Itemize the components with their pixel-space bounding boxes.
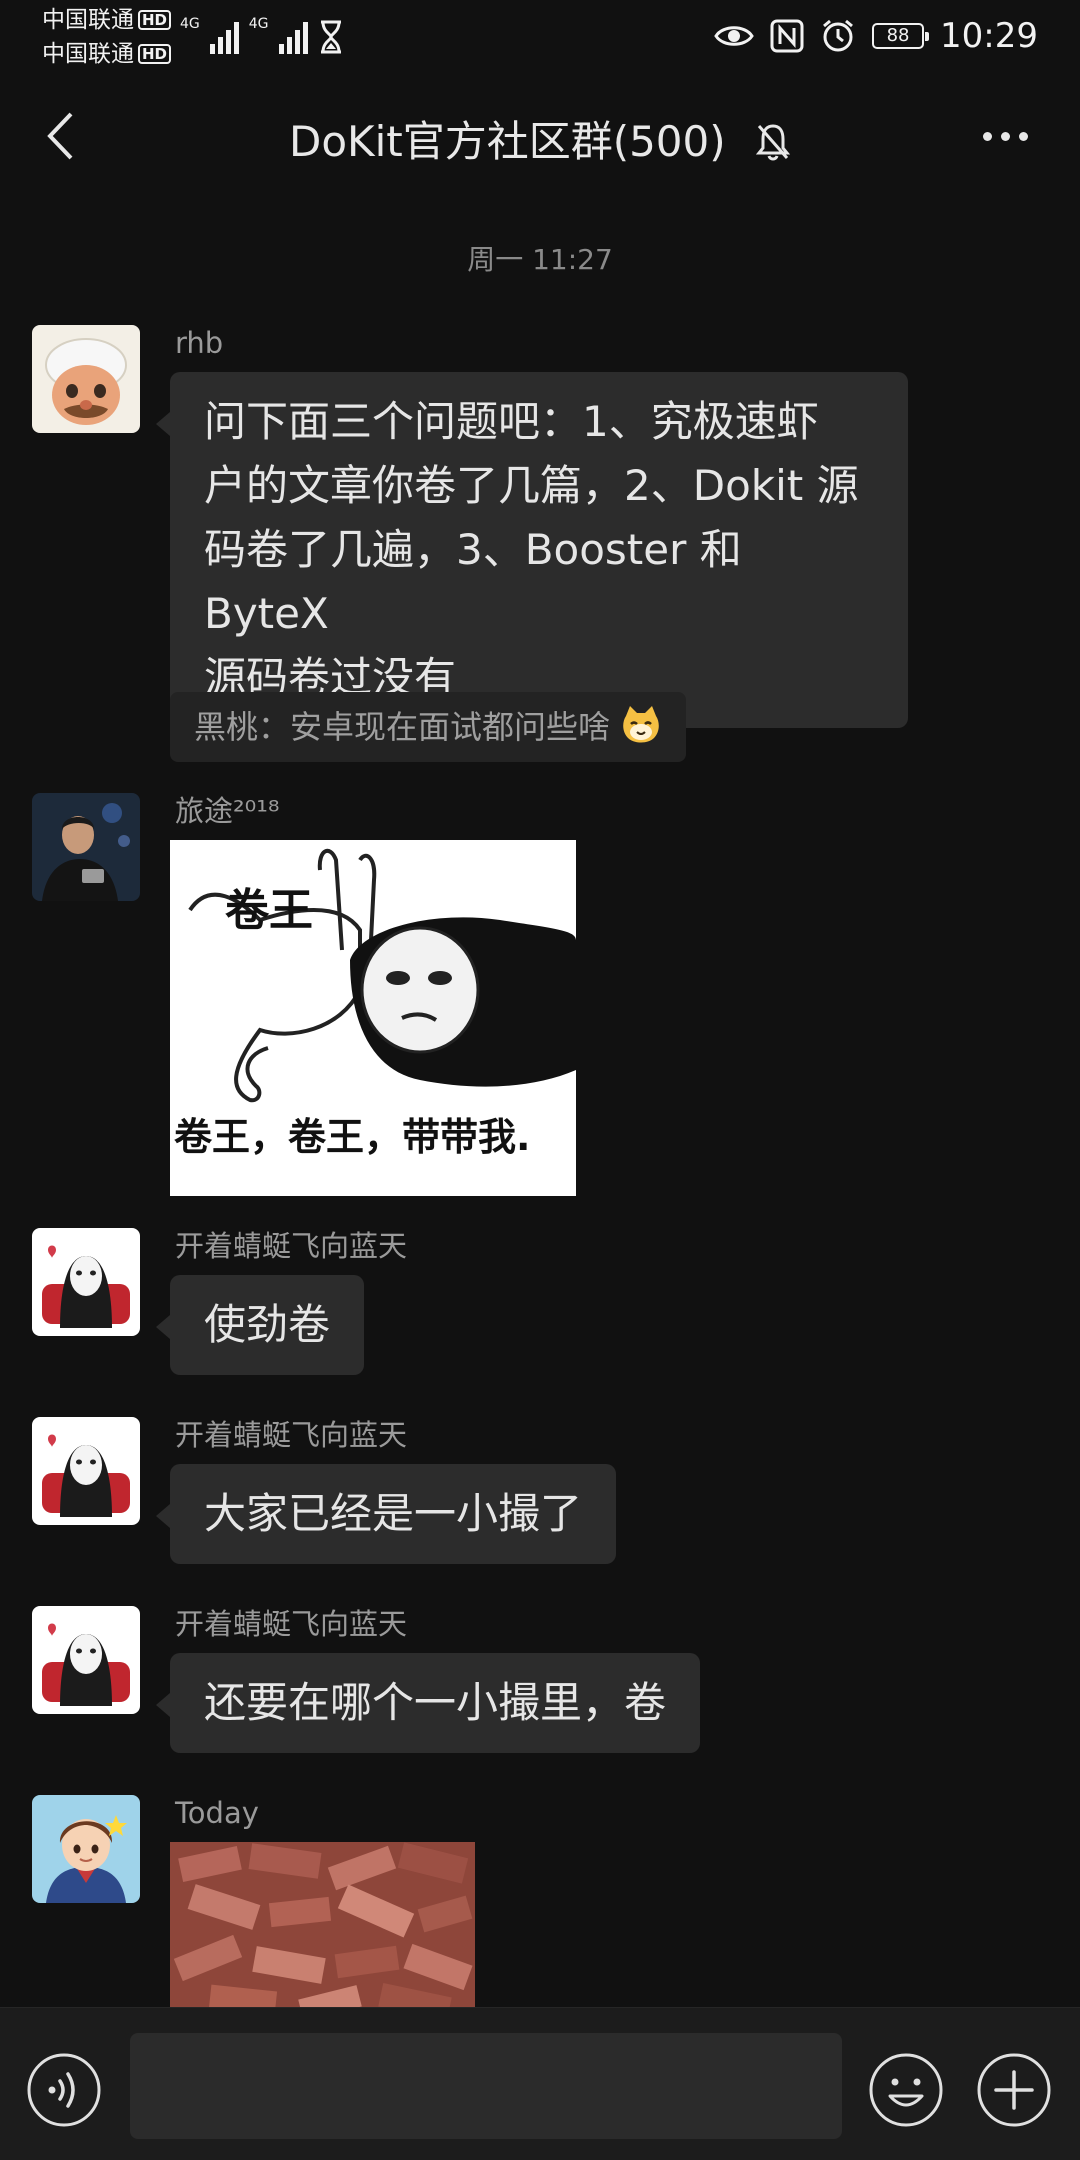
panda-meme-icon: 卷王 卷王，卷王，带带我. (170, 840, 576, 1196)
network-type-2: 4G (248, 16, 269, 32)
chat-title: DoKit官方社区群(500) (288, 117, 726, 166)
more-dot-icon (1018, 131, 1028, 141)
quote-text: 黑桃：安卓现在面试都问些啥 (194, 708, 611, 746)
message-bubble[interactable]: 还要在哪个一小撮里，卷 (155, 1653, 701, 1753)
bricks-photo-icon (170, 1842, 475, 2007)
eye-icon (714, 26, 754, 46)
avatar-cartoon-icon (32, 325, 140, 433)
avatar[interactable] (32, 1795, 140, 1903)
message-item: 开着蜻蜓飞向蓝天 使劲卷 (32, 1228, 1032, 1388)
avatar-boy-icon (32, 1795, 140, 1903)
sender-name: rhb (175, 326, 224, 360)
hd-badge: HD (138, 10, 172, 30)
more-actions-button[interactable] (976, 2052, 1052, 2128)
carrier-2-label: 中国联通 (42, 41, 134, 67)
signal-bars-icon (209, 20, 239, 54)
message-item: rhb 问下面三个问题吧：1、究极速虾 户的文章你卷了几篇，2、Dokit 源 … (32, 325, 1032, 765)
avatar-noface-icon (32, 1606, 140, 1714)
network-type-1: 4G (180, 16, 200, 32)
avatar-noface-icon (32, 1417, 140, 1525)
sender-name: 开着蜻蜓飞向蓝天 (175, 1229, 408, 1263)
more-options-button[interactable] (970, 116, 1040, 156)
message-bubble[interactable]: 大家已经是一小撮了 (155, 1464, 617, 1564)
avatar-noface-icon (32, 1228, 140, 1336)
sender-name: 开着蜻蜓飞向蓝天 (175, 1607, 408, 1641)
more-dot-icon (1000, 131, 1010, 141)
sticker-caption-bottom: 卷王，卷王，带带我. (174, 1115, 530, 1159)
avatar[interactable] (32, 325, 140, 433)
chat-header: DoKit官方社区群(500) (0, 72, 1080, 202)
more-dot-icon (982, 131, 992, 141)
chat-title-wrap: DoKit官方社区群(500) (0, 108, 1080, 169)
avatar-photo-icon (32, 793, 140, 901)
cat-emoji-icon (623, 706, 659, 743)
signal-group: 4G 4G (180, 14, 344, 54)
nfc-icon (770, 19, 804, 53)
mute-bell-icon (755, 124, 791, 161)
message-text: 大家已经是一小撮了 (204, 1489, 583, 1538)
message-text: 还要在哪个一小撮里，卷 (204, 1678, 667, 1727)
message-item: 旅途²⁰¹⁸ 卷王 卷王，卷王，带带我. (32, 793, 1032, 1203)
photo-image[interactable] (170, 1842, 475, 2007)
message-item: 开着蜻蜓飞向蓝天 大家已经是一小撮了 (32, 1417, 1032, 1577)
avatar[interactable] (32, 1228, 140, 1336)
message-input[interactable] (130, 2033, 842, 2139)
sender-name: 旅途²⁰¹⁸ (175, 794, 280, 828)
carrier-1: 中国联通 HD (42, 6, 172, 34)
avatar[interactable] (32, 1417, 140, 1525)
quoted-message[interactable]: 黑桃：安卓现在面试都问些啥 (170, 692, 687, 762)
message-text: 使劲卷 (204, 1300, 331, 1349)
message-bubble[interactable]: 使劲卷 (155, 1275, 365, 1375)
sticker-caption-top: 卷王 (225, 885, 313, 936)
battery-icon: 88 (872, 23, 930, 49)
hd-badge-2: HD (138, 44, 172, 64)
plus-icon (977, 2053, 1051, 2127)
voice-button[interactable] (26, 2052, 102, 2128)
sticker-image[interactable]: 卷王 卷王，卷王，带带我. (170, 840, 576, 1196)
avatar[interactable] (32, 1606, 140, 1714)
voice-icon (27, 2053, 101, 2127)
message-bubble[interactable]: 问下面三个问题吧：1、究极速虾 户的文章你卷了几篇，2、Dokit 源 码卷了几… (156, 372, 908, 728)
carrier-1-label: 中国联通 (42, 7, 134, 33)
status-bar: 中国联通 HD 中国联通 HD 4G 4G 88 10:29 (0, 0, 1080, 72)
sender-name: 开着蜻蜓飞向蓝天 (175, 1418, 408, 1452)
signal-bars-icon-2 (278, 20, 308, 54)
emoji-button[interactable] (868, 2052, 944, 2128)
message-line: 户的文章你卷了几篇，2、Dokit 源 (204, 461, 859, 510)
chat-screen: 中国联通 HD 中国联通 HD 4G 4G 88 10:29 DoKit官方社区… (0, 0, 1080, 2160)
sender-name: Today (175, 1796, 259, 1830)
input-bar (0, 2007, 1080, 2160)
clock: 10:29 (940, 16, 1038, 56)
message-line: 码卷了几遍，3、Booster 和 ByteX (204, 525, 742, 638)
avatar[interactable] (32, 793, 140, 901)
message-item: Today (32, 1795, 1032, 2007)
hourglass-icon (320, 20, 341, 54)
alarm-icon (823, 19, 853, 52)
emoji-smile-icon (869, 2053, 943, 2127)
carrier-2: 中国联通 HD (42, 40, 172, 68)
message-line: 问下面三个问题吧：1、究极速虾 (204, 397, 819, 446)
message-timestamp: 周一 11:27 (467, 243, 613, 276)
status-right: 88 10:29 (714, 14, 1038, 58)
message-item: 开着蜻蜓飞向蓝天 还要在哪个一小撮里，卷 (32, 1606, 1032, 1766)
